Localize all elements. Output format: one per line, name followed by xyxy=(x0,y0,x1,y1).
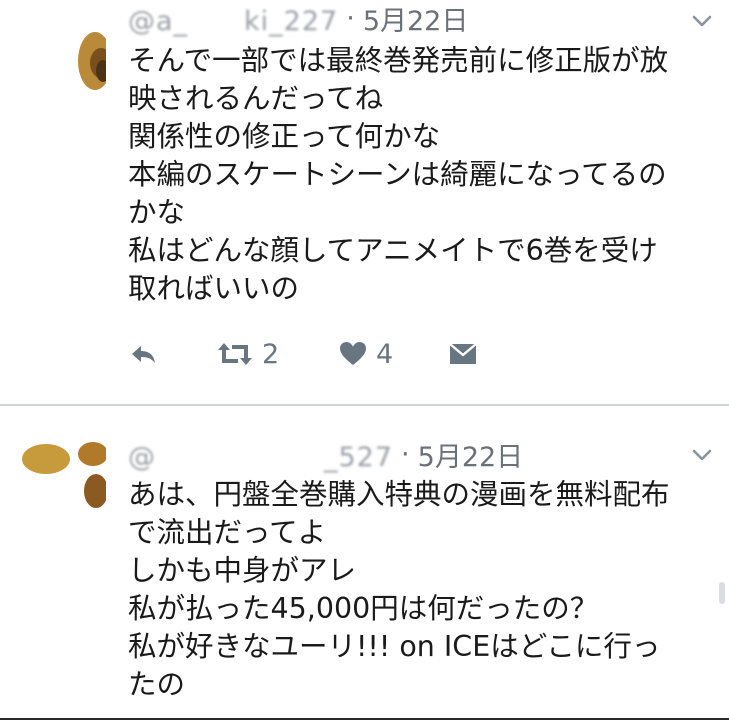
meta-separator: · xyxy=(346,2,355,34)
heart-icon xyxy=(340,342,366,365)
author-handle[interactable]: @ _527 xyxy=(128,435,393,474)
direct-message-button[interactable] xyxy=(448,336,478,372)
retweet-count: 2 xyxy=(262,338,280,370)
like-button[interactable]: 4 xyxy=(338,336,393,372)
timeline: @a_ ki_227 · 5月22日 そんで一部では最終巻発売前に修正版が放 映… xyxy=(0,0,729,720)
tweet-text: そんで一部では最終巻発売前に修正版が放 映されるんだってね 関係性の修正って何か… xyxy=(128,44,669,305)
chevron-down-icon[interactable] xyxy=(689,442,715,468)
reply-button[interactable] xyxy=(128,336,158,372)
tweet-date[interactable]: 5月22日 xyxy=(363,0,469,38)
chevron-down-icon[interactable] xyxy=(689,8,715,34)
reply-icon xyxy=(132,346,155,363)
author-handle[interactable]: @a_ ki_227 xyxy=(128,0,338,38)
tweet-text: あは、円盤全巻購入特典の漫画を無料配布 で流出だってよ しかも中身がアレ 私が払… xyxy=(128,478,670,701)
tweet-card[interactable]: @ _527 · 5月22日 あは、円盤全巻購入特典の漫画を無料配布 で流出だっ… xyxy=(0,408,729,720)
direct-message-icon xyxy=(449,343,477,364)
tweet-actions: 2 4 xyxy=(128,336,648,372)
tweet-date[interactable]: 5月22日 xyxy=(418,435,524,474)
scrollbar-thumb[interactable] xyxy=(719,582,725,604)
tweet-header: @a_ ki_227 · 5月22日 xyxy=(128,2,669,37)
meta-separator: · xyxy=(401,438,410,470)
retweet-icon xyxy=(218,343,252,365)
like-count: 4 xyxy=(376,338,394,370)
avatar[interactable] xyxy=(20,434,106,520)
tweet-header: @ _527 · 5月22日 xyxy=(128,438,669,473)
avatar[interactable] xyxy=(20,20,106,106)
tweet-card[interactable]: @a_ ki_227 · 5月22日 そんで一部では最終巻発売前に修正版が放 映… xyxy=(0,0,729,405)
tweet-divider xyxy=(0,404,729,406)
retweet-button[interactable]: 2 xyxy=(216,336,279,372)
